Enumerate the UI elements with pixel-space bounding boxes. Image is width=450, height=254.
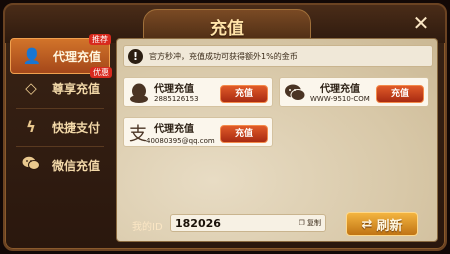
refresh-label: 刷新 <box>376 218 403 234</box>
discount-badge: 优惠 <box>90 67 112 78</box>
sidebar-item-wechat-recharge[interactable]: 微信充值 <box>10 147 110 183</box>
lightning-icon: ϟ <box>26 118 36 136</box>
sidebar: 👤 代理充值 推荐 ◇ 尊享充值 优惠 ϟ 快捷支付 微信充值 <box>10 34 112 242</box>
sidebar-item-label: 代理充值 <box>53 49 102 64</box>
sidebar-item-label: 微信充值 <box>52 158 101 173</box>
agent-account: WWW-9510-COM <box>310 95 370 103</box>
person-icon: 👤 <box>22 47 42 65</box>
svg-text:支: 支 <box>129 124 147 144</box>
qq-icon <box>128 82 150 104</box>
sidebar-item-quick-pay[interactable]: ϟ 快捷支付 <box>10 109 110 145</box>
id-value: 182026 <box>175 217 221 230</box>
agent-name: 代理充值 <box>154 84 194 95</box>
refresh-button[interactable]: ⇄ 刷新 <box>346 212 418 236</box>
notice-text: 官方秒冲，充值成功可获得额外1%的金币 <box>149 51 298 61</box>
recharge-button[interactable]: 充值 <box>376 85 424 103</box>
diamond-icon: ◇ <box>25 79 37 97</box>
recharge-button[interactable]: 充值 <box>220 85 268 103</box>
sidebar-item-label: 快捷支付 <box>52 120 101 135</box>
copy-label: 复制 <box>307 219 321 227</box>
agent-card-alipay: 支 代理充值 40080395@qq.com 充值 <box>123 117 273 147</box>
id-label: 我的ID <box>132 222 163 233</box>
recommend-badge: 推荐 <box>89 34 111 45</box>
agent-card-wechat: 代理充值 WWW-9510-COM 充值 <box>279 77 429 107</box>
close-icon: ✕ <box>412 11 430 35</box>
agent-name: 代理充值 <box>320 84 360 95</box>
id-field: 182026 ❐ 复制 <box>170 214 326 232</box>
notice-bar: ! 官方秒冲，充值成功可获得额外1%的金币 <box>123 45 433 67</box>
wechat-icon <box>284 82 306 104</box>
recharge-button[interactable]: 充值 <box>220 125 268 143</box>
close-button[interactable]: ✕ <box>411 13 431 33</box>
refresh-icon: ⇄ <box>361 216 373 232</box>
sidebar-item-vip-recharge[interactable]: ◇ 尊享充值 优惠 <box>10 67 112 106</box>
agent-card-qq: 代理充值 2885126153 充值 <box>123 77 273 107</box>
dialog-title: 充值 <box>210 19 244 39</box>
copy-icon: ❐ <box>298 219 305 227</box>
agent-name: 代理充值 <box>154 124 194 135</box>
sidebar-item-label: 尊享充值 <box>52 81 101 96</box>
wechat-icon <box>18 156 44 175</box>
copy-button[interactable]: ❐ 复制 <box>298 218 321 228</box>
agent-account: 2885126153 <box>154 95 199 103</box>
warning-icon: ! <box>128 48 143 64</box>
user-id-row: 我的ID 182026 ❐ 复制 <box>130 213 330 235</box>
agent-account: 40080395@qq.com <box>146 137 215 145</box>
